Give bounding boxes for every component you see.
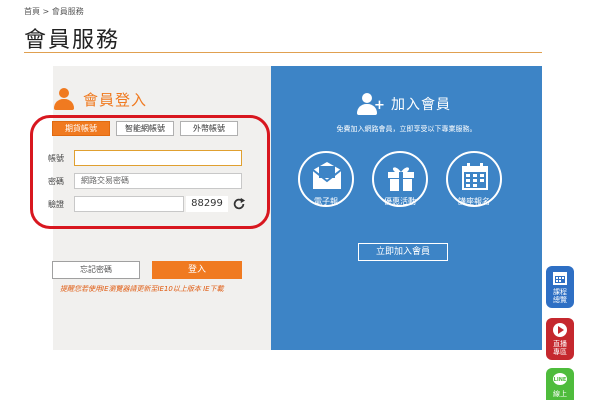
calendar-icon — [462, 163, 488, 190]
highlight-ring — [30, 115, 270, 229]
breadcrumb-home-link[interactable]: 首頁 — [24, 7, 40, 16]
course-overview-label-2: 總覽 — [553, 296, 567, 304]
browser-notice: 提醒您若使用IE瀏覽器請更新至IE10以上版本 IE下載 — [60, 285, 224, 293]
login-title: 會員登入 — [83, 90, 148, 109]
course-overview-label-1: 課程 — [553, 288, 567, 296]
line-logo-text: LINE — [553, 377, 567, 383]
login-button[interactable]: 登入 — [152, 261, 242, 279]
user-icon — [53, 88, 75, 110]
add-user-icon: + — [357, 93, 385, 115]
newsletter-label: 電子報 — [314, 197, 338, 206]
join-header: + 加入會員 — [357, 93, 451, 115]
envelope-icon — [312, 162, 342, 189]
breadcrumb-current: 會員服務 — [51, 7, 84, 16]
course-overview-button[interactable]: 課程 總覽 — [546, 266, 574, 308]
calendar-icon — [553, 272, 567, 285]
page-title: 會員服務 — [24, 28, 121, 53]
gift-icon — [388, 167, 414, 191]
join-title: 加入會員 — [391, 97, 451, 113]
play-icon — [553, 323, 567, 337]
live-stream-button[interactable]: 直播 專區 — [546, 318, 574, 360]
breadcrumb-separator: > — [40, 7, 52, 16]
forgot-password-button[interactable]: 忘記密碼 — [52, 261, 140, 279]
line-online-label: 線上 — [553, 390, 567, 398]
live-stream-label-2: 專區 — [553, 348, 567, 356]
login-header: 會員登入 — [53, 88, 147, 110]
promotion-label: 優惠活動 — [384, 197, 416, 206]
join-subtitle: 免費加入網路會員，立即享受以下專業服務。 — [336, 125, 477, 133]
breadcrumb: 首頁 > 會員服務 — [24, 6, 84, 17]
join-member-button[interactable]: 立即加入會員 — [358, 243, 448, 261]
seminar-label: 講座報名 — [458, 197, 490, 206]
title-divider — [24, 52, 542, 53]
line-online-button[interactable]: LINE 線上 — [546, 368, 574, 400]
live-stream-label-1: 直播 — [553, 340, 567, 348]
